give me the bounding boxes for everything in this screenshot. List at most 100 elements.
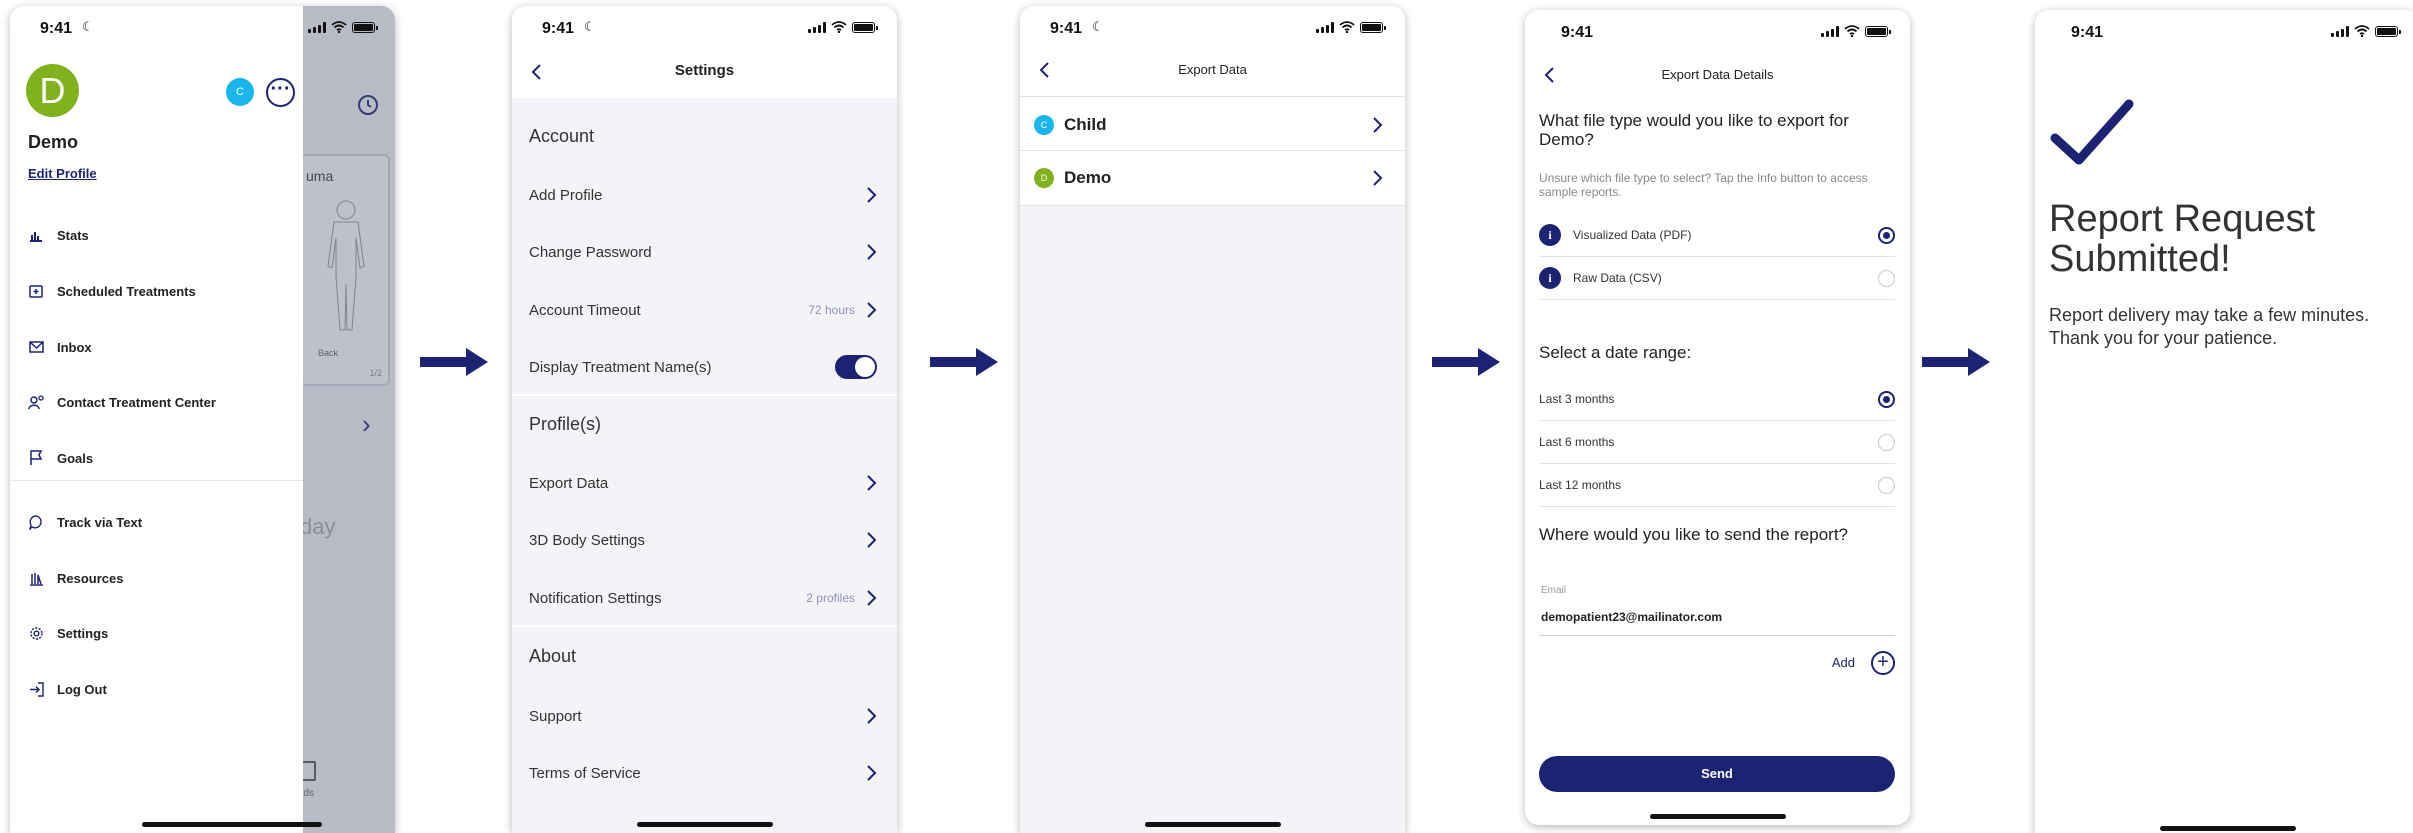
flow-arrow-icon bbox=[1922, 348, 1990, 376]
section-divider bbox=[512, 394, 897, 396]
radio-selected[interactable] bbox=[1878, 390, 1895, 408]
info-icon[interactable]: i bbox=[1539, 224, 1561, 246]
settings-row-export-data[interactable]: Export Data bbox=[529, 468, 877, 498]
profile-initial-badge: D bbox=[1034, 168, 1054, 188]
date-range-option-3-months[interactable]: Last 3 months bbox=[1539, 378, 1895, 421]
radio-selected[interactable] bbox=[1878, 226, 1895, 244]
menu-item-label: Log Out bbox=[57, 681, 107, 697]
menu-item-goals[interactable]: Goals bbox=[28, 443, 93, 473]
option-label: Visualized Data (PDF) bbox=[1573, 228, 1692, 242]
add-email-button[interactable]: + bbox=[1871, 651, 1895, 675]
settings-row-3d-body[interactable]: 3D Body Settings bbox=[529, 525, 877, 555]
row-label: Terms of Service bbox=[529, 764, 641, 782]
date-range-option-12-months[interactable]: Last 12 months bbox=[1539, 464, 1895, 507]
settings-row-display-treatment[interactable]: Display Treatment Name(s) bbox=[529, 352, 877, 382]
home-indicator bbox=[142, 822, 322, 827]
add-email-label[interactable]: Add bbox=[1832, 655, 1855, 670]
radio-unselected[interactable] bbox=[1878, 476, 1895, 494]
export-data-screen: 9:41 ☾ Export Data C Child D Demo bbox=[1020, 6, 1405, 833]
email-underline bbox=[1539, 635, 1895, 636]
menu-item-contact-treatment-center[interactable]: Contact Treatment Center bbox=[28, 387, 216, 417]
send-button[interactable]: Send bbox=[1539, 756, 1895, 792]
settings-row-support[interactable]: Support bbox=[529, 701, 877, 731]
option-label: Last 3 months bbox=[1539, 392, 1615, 406]
avatar[interactable]: D bbox=[26, 64, 79, 117]
menu-item-label: Settings bbox=[57, 625, 109, 641]
settings-list: Account Add Profile Change Password Acco… bbox=[512, 98, 897, 833]
menu-item-resources[interactable]: Resources bbox=[28, 563, 123, 593]
email-field-label: Email bbox=[1541, 585, 1567, 596]
menu-item-stats[interactable]: Stats bbox=[28, 220, 89, 250]
menu-drawer-screen: uma Back 1/2 › day rds 9:41 ☾ D C ··· De… bbox=[10, 6, 395, 833]
email-field[interactable]: demopatient23@mailinator.com bbox=[1541, 610, 1722, 624]
file-type-hint: Unsure which file type to select? Tap th… bbox=[1539, 171, 1868, 200]
menu-divider bbox=[10, 480, 303, 481]
signal-icon bbox=[2331, 25, 2349, 37]
menu-item-label: Goals bbox=[57, 450, 94, 466]
chevron-right-icon bbox=[867, 244, 877, 260]
display-treatment-toggle[interactable] bbox=[835, 355, 877, 379]
settings-row-terms[interactable]: Terms of Service bbox=[529, 758, 877, 788]
menu-item-log-out[interactable]: Log Out bbox=[28, 674, 107, 704]
gear-icon bbox=[28, 625, 44, 641]
chevron-right-icon bbox=[867, 590, 877, 606]
row-label: Account Timeout bbox=[529, 301, 641, 319]
battery-icon bbox=[1865, 25, 1891, 37]
info-icon[interactable]: i bbox=[1539, 267, 1561, 289]
status-icons bbox=[1316, 21, 1386, 33]
child-avatar[interactable]: C bbox=[226, 78, 254, 106]
page-title: Settings bbox=[674, 62, 735, 79]
status-bar: 9:41 bbox=[2035, 10, 2413, 52]
status-time: 9:41 bbox=[542, 20, 575, 37]
status-icons bbox=[1821, 25, 1891, 37]
profile-row-demo[interactable]: D Demo bbox=[1034, 158, 1383, 198]
date-range-option-6-months[interactable]: Last 6 months bbox=[1539, 421, 1895, 464]
settings-row-notifications[interactable]: Notification Settings 2 profiles bbox=[529, 583, 877, 613]
status-icons bbox=[2331, 25, 2401, 37]
send-to-question: Where would you like to send the report? bbox=[1539, 525, 1849, 544]
status-time: 9:41 bbox=[1561, 24, 1594, 41]
confirmation-message: Report delivery may take a few minutes. … bbox=[2049, 305, 2370, 349]
settings-row-account-timeout[interactable]: Account Timeout 72 hours bbox=[529, 295, 877, 325]
radio-unselected[interactable] bbox=[1878, 269, 1895, 287]
bar-chart-icon bbox=[28, 227, 44, 243]
section-header-profiles: Profile(s) bbox=[529, 414, 602, 434]
settings-row-add-profile[interactable]: Add Profile bbox=[529, 180, 877, 210]
wifi-icon bbox=[831, 21, 847, 33]
profile-row-child[interactable]: C Child bbox=[1034, 105, 1383, 145]
status-time: 9:41 bbox=[1050, 20, 1083, 37]
flow-arrow-icon bbox=[420, 348, 488, 376]
radio-unselected[interactable] bbox=[1878, 433, 1895, 451]
section-divider bbox=[512, 625, 897, 627]
confirmation-title: Report Request Submitted! bbox=[2049, 198, 2316, 280]
menu-item-label: Inbox bbox=[57, 339, 92, 355]
more-options-button[interactable]: ··· bbox=[266, 78, 295, 107]
row-label: Export Data bbox=[529, 474, 609, 492]
chevron-right-icon bbox=[1373, 170, 1383, 186]
settings-row-change-password[interactable]: Change Password bbox=[529, 237, 877, 267]
battery-icon bbox=[2375, 25, 2401, 37]
books-icon bbox=[28, 570, 44, 586]
flow-arrow-icon bbox=[1432, 348, 1500, 376]
flow-arrow-icon bbox=[930, 348, 998, 376]
menu-item-inbox[interactable]: Inbox bbox=[28, 332, 92, 362]
user-name: Demo bbox=[28, 132, 79, 152]
envelope-icon bbox=[28, 339, 44, 355]
menu-item-track-via-text[interactable]: Track via Text bbox=[28, 507, 142, 537]
page-title: Export Data bbox=[1178, 62, 1247, 77]
menu-item-scheduled-treatments[interactable]: Scheduled Treatments bbox=[28, 276, 196, 306]
section-header-about: About bbox=[529, 646, 577, 666]
list-divider bbox=[1020, 96, 1405, 97]
home-indicator bbox=[2159, 826, 2296, 831]
file-type-option-csv[interactable]: i Raw Data (CSV) bbox=[1539, 257, 1895, 300]
logout-icon bbox=[28, 681, 44, 697]
wifi-icon bbox=[1339, 21, 1355, 33]
edit-profile-link[interactable]: Edit Profile bbox=[28, 166, 97, 181]
row-label: Support bbox=[529, 707, 582, 725]
option-label: Last 12 months bbox=[1539, 478, 1622, 492]
flag-icon bbox=[28, 450, 44, 466]
file-type-option-pdf[interactable]: i Visualized Data (PDF) bbox=[1539, 214, 1895, 257]
row-label: Notification Settings bbox=[529, 589, 662, 607]
checkmark-icon bbox=[2050, 99, 2134, 165]
menu-item-settings[interactable]: Settings bbox=[28, 618, 108, 648]
